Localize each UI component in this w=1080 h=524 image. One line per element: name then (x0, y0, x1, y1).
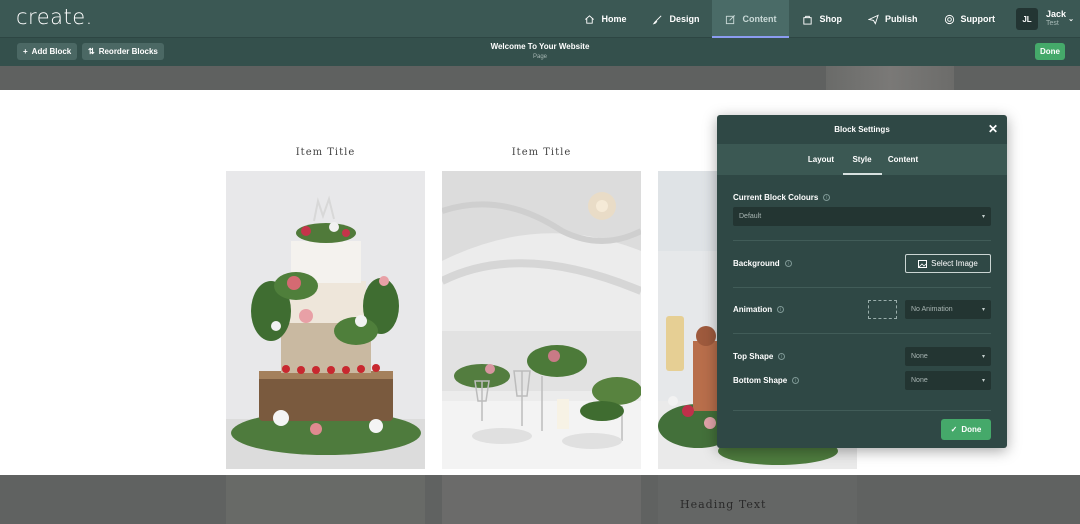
main-nav: Home Design Content Shop Publish Support… (571, 0, 1080, 38)
animation-preview (868, 300, 897, 319)
info-icon[interactable]: i (823, 194, 831, 201)
heading-text[interactable]: Heading Text (680, 498, 766, 511)
previous-block-overlay (0, 66, 1080, 90)
user-name: Jack (1046, 9, 1067, 20)
wedding-cake-photo[interactable] (226, 171, 425, 469)
bottom-shape-text: Bottom Shape (733, 376, 788, 385)
reorder-blocks-button[interactable]: ⇅ Reorder Blocks (82, 43, 164, 60)
current-block-colours-text: Current Block Colours (733, 193, 819, 202)
reorder-blocks-label: Reorder Blocks (98, 47, 158, 56)
info-icon[interactable]: i (784, 260, 792, 267)
reorder-icon: ⇅ (88, 47, 95, 56)
info-icon[interactable]: i (778, 353, 786, 360)
divider (733, 287, 991, 288)
block-colours-select[interactable]: Default ▾ (733, 207, 991, 226)
send-icon (867, 14, 879, 25)
tent-table-setting-photo[interactable] (442, 171, 641, 469)
chevron-down-icon: ▾ (981, 307, 985, 313)
next-block-overlay (0, 475, 1080, 524)
panel-done-label: Done (961, 425, 982, 434)
item-title[interactable]: Item Title (226, 147, 425, 158)
bottom-shape-value: None (911, 377, 928, 384)
current-block-colours-label: Current Block Colours i (733, 193, 831, 202)
divider (733, 240, 991, 241)
info-icon[interactable]: i (777, 306, 785, 313)
user-menu[interactable]: JL Jack Test ⌄ (1008, 0, 1080, 38)
home-icon (585, 14, 595, 24)
animation-select[interactable]: No Animation ▾ (905, 300, 991, 319)
animation-label: Animation i (733, 305, 785, 314)
edit-icon (726, 14, 736, 24)
panel-title: Block Settings (834, 125, 890, 134)
background-label: Background i (733, 259, 792, 268)
tab-content[interactable]: Content (885, 144, 922, 175)
nav-shop-label: Shop (819, 14, 842, 24)
divider (733, 333, 991, 334)
nav-home[interactable]: Home (571, 0, 639, 38)
select-image-button[interactable]: Select Image (905, 254, 991, 273)
panel-header: Block Settings ✕ (717, 115, 1007, 144)
top-nav-bar: create. Home Design Content Shop Publish… (0, 0, 1080, 38)
animation-value: No Animation (911, 306, 953, 313)
add-block-label: Add Block (31, 47, 72, 56)
bag-icon (803, 15, 813, 25)
plus-icon: + (23, 47, 28, 56)
nav-home-label: Home (601, 14, 627, 24)
tab-layout[interactable]: Layout (803, 144, 840, 175)
add-block-button[interactable]: + Add Block (17, 43, 78, 60)
top-shape-text: Top Shape (733, 352, 774, 361)
logo[interactable]: create. (16, 5, 93, 29)
close-icon[interactable]: ✕ (988, 123, 998, 135)
nav-publish-label: Publish (884, 14, 918, 24)
nav-shop[interactable]: Shop (789, 0, 855, 38)
lifebuoy-icon (944, 14, 954, 24)
nav-support[interactable]: Support (931, 0, 1009, 38)
panel-tabs: Layout Style Content (717, 144, 1007, 175)
top-shape-select[interactable]: None ▾ (905, 347, 991, 366)
user-subtitle: Test (1046, 20, 1059, 28)
chevron-down-icon: ▾ (981, 378, 985, 384)
previous-block-image (826, 66, 954, 90)
avatar: JL (1016, 8, 1038, 30)
done-button[interactable]: Done (1035, 43, 1065, 60)
chevron-down-icon: ⌄ (1068, 16, 1074, 23)
nav-content[interactable]: Content (712, 0, 790, 38)
background-text: Background (733, 259, 780, 268)
image-icon (918, 259, 928, 268)
animation-text: Animation (733, 305, 773, 314)
block-colours-value: Default (739, 213, 762, 220)
bottom-shape-select[interactable]: None ▾ (905, 371, 991, 390)
tab-style[interactable]: Style (842, 144, 882, 175)
nav-content-label: Content (742, 14, 777, 24)
next-block-image (226, 475, 425, 524)
user-info: Jack Test (1046, 9, 1067, 28)
chevron-down-icon: ▾ (981, 354, 985, 360)
check-icon: ✓ (950, 425, 958, 434)
info-icon[interactable]: i (792, 377, 800, 384)
top-shape-label: Top Shape i (733, 352, 786, 361)
item-title[interactable]: Item Title (442, 147, 641, 158)
panel-done-button[interactable]: ✓ Done (941, 419, 991, 440)
nav-support-label: Support (960, 14, 996, 24)
editor-toolbar: Welcome To Your Website Page + Add Block… (0, 38, 1080, 66)
top-shape-value: None (911, 353, 928, 360)
bottom-shape-label: Bottom Shape i (733, 376, 800, 385)
brush-icon (653, 15, 662, 24)
select-image-label: Select Image (931, 259, 978, 268)
block-settings-panel: Block Settings ✕ Layout Style Content Cu… (717, 115, 1007, 448)
nav-design-label: Design (669, 14, 700, 24)
chevron-down-icon: ▾ (981, 214, 985, 220)
next-block-image (442, 475, 641, 524)
nav-publish[interactable]: Publish (855, 0, 931, 38)
nav-design[interactable]: Design (639, 0, 712, 38)
divider (733, 410, 991, 411)
